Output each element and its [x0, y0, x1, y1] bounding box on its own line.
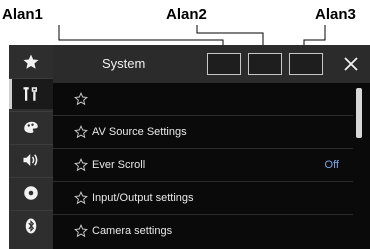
favorite-star-icon[interactable] — [74, 158, 88, 172]
device-screen: System AV Source Settings Ever Scroll Of… — [9, 45, 370, 249]
header-slot-3[interactable] — [289, 53, 323, 75]
list-item-label: Ever Scroll — [92, 159, 146, 171]
sidebar-item-favorites[interactable] — [9, 47, 53, 77]
sidebar-item-audio[interactable] — [9, 144, 53, 175]
list-item[interactable]: Input/Output settings — [53, 182, 353, 215]
favorite-star-icon[interactable] — [74, 92, 88, 106]
list-item-label: AV Source Settings — [92, 126, 187, 138]
list-item[interactable] — [53, 83, 353, 116]
favorite-star-icon[interactable] — [74, 125, 88, 139]
list-item-label: Input/Output settings — [92, 192, 194, 204]
page-title: System — [102, 56, 146, 71]
disc-icon — [24, 186, 38, 200]
sidebar-item-theme[interactable] — [9, 111, 53, 142]
header-slot-1[interactable] — [207, 53, 241, 75]
list-item-value: Off — [324, 159, 339, 171]
scrollbar-thumb[interactable] — [356, 88, 362, 138]
theme-icon — [24, 121, 38, 133]
list-item[interactable]: AV Source Settings — [53, 116, 353, 149]
sidebar-item-system[interactable] — [9, 78, 53, 109]
sidebar — [9, 45, 53, 249]
bluetooth-icon — [25, 218, 37, 234]
favorite-star-icon[interactable] — [74, 224, 88, 238]
header-bar: System — [53, 45, 370, 83]
settings-list: AV Source Settings Ever Scroll Off Input… — [53, 83, 353, 249]
star-icon — [23, 54, 39, 69]
favorite-star-icon[interactable] — [74, 191, 88, 205]
header-slot-2[interactable] — [248, 53, 282, 75]
list-item-label: Camera settings — [92, 225, 173, 237]
list-item[interactable]: Camera settings — [53, 215, 353, 248]
audio-icon — [23, 154, 38, 166]
list-item[interactable]: Ever Scroll Off — [53, 149, 353, 182]
close-icon[interactable] — [341, 54, 361, 74]
scrollbar[interactable] — [356, 88, 362, 246]
sidebar-item-disc[interactable] — [9, 177, 53, 208]
sidebar-item-bluetooth[interactable] — [9, 210, 53, 241]
settings-tools-icon — [23, 87, 37, 101]
